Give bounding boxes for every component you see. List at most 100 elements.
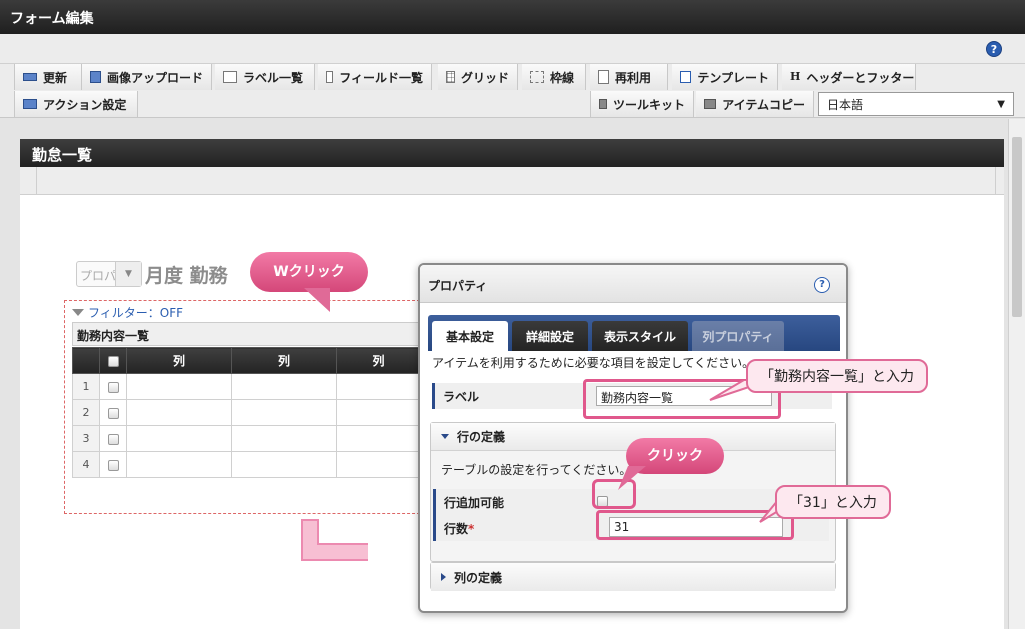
- addable-label: 行追加可能: [433, 489, 512, 515]
- period-select[interactable]: プロパ ▼: [76, 261, 142, 287]
- filter-label: フィルター：OFF: [88, 306, 184, 320]
- data-table: 列 列 列 1 2 3 4: [72, 347, 421, 478]
- reuse-icon: [598, 70, 609, 84]
- item-copy-button[interactable]: アイテムコピー: [696, 91, 814, 117]
- column-header: 列: [126, 347, 232, 374]
- toolkit-button[interactable]: ツールキット: [590, 91, 694, 117]
- table-row: 4: [72, 451, 421, 478]
- refresh-icon: [23, 73, 37, 81]
- table-header-row: 列 列 列: [72, 347, 421, 374]
- column-definition-title: 列の定義: [454, 570, 503, 585]
- table-cell[interactable]: [126, 399, 232, 426]
- filter-icon: [72, 309, 84, 316]
- action-settings-button[interactable]: アクション設定: [14, 91, 138, 117]
- label-list-button[interactable]: ラベル一覧: [215, 64, 315, 90]
- tab-basic-settings[interactable]: 基本設定: [432, 321, 508, 351]
- label-list-button-label: ラベル一覧: [243, 70, 304, 85]
- field-list-button[interactable]: フィールド一覧: [318, 64, 432, 90]
- table-cell[interactable]: [231, 373, 337, 400]
- border-button[interactable]: 枠線: [522, 64, 586, 90]
- tab-column-properties[interactable]: 列プロパティ: [692, 321, 784, 351]
- table-row: 2: [72, 399, 421, 426]
- row-number: 1: [72, 373, 100, 400]
- form-title: 勤怠一覧: [20, 139, 1004, 167]
- grid-button[interactable]: グリッド: [438, 64, 518, 90]
- window-title: フォーム編集: [0, 0, 1025, 34]
- tab-detail-settings[interactable]: 詳細設定: [512, 321, 588, 351]
- help-icon[interactable]: ?: [814, 277, 830, 293]
- reuse-button[interactable]: 再利用: [590, 64, 668, 90]
- double-click-callout: Wクリック: [250, 252, 368, 292]
- tab-display-style[interactable]: 表示スタイル: [592, 321, 688, 351]
- update-button[interactable]: 更新: [14, 64, 82, 90]
- table-cell[interactable]: [231, 451, 337, 478]
- update-button-label: 更新: [43, 70, 68, 85]
- row-checkbox[interactable]: [107, 381, 119, 393]
- table-cell[interactable]: [336, 399, 421, 426]
- action-icon: [23, 99, 37, 109]
- dialog-description: アイテムを利用するために必要な項目を設定してください。: [432, 356, 755, 370]
- action-settings-label: アクション設定: [43, 97, 127, 112]
- row-number: 3: [72, 425, 100, 452]
- expand-icon: [441, 434, 449, 439]
- image-upload-button[interactable]: 画像アップロード: [82, 64, 212, 90]
- row-checkbox[interactable]: [107, 433, 119, 445]
- click-callout-tail: [618, 466, 646, 490]
- toolkit-label: ツールキット: [612, 97, 685, 112]
- row-definition-title: 行の定義: [457, 430, 506, 444]
- header-footer-button[interactable]: H ヘッダーとフッター: [782, 64, 916, 90]
- table-cell[interactable]: [126, 425, 232, 452]
- table-cell[interactable]: [336, 425, 421, 452]
- grid-button-label: グリッド: [460, 70, 509, 85]
- template-icon: [680, 71, 692, 83]
- table-cell[interactable]: [231, 425, 337, 452]
- properties-dialog: プロパティ ? 基本設定 詳細設定 表示スタイル 列プロパティ アイテムを利用す…: [418, 263, 848, 613]
- table-row: 3: [72, 425, 421, 452]
- toolkit-icon: [599, 99, 607, 109]
- form-heading: 月度 勤務: [145, 265, 228, 287]
- rows-input-callout: 「31」と入力: [775, 485, 891, 519]
- border-icon: [530, 71, 544, 83]
- double-click-callout-tail: [304, 288, 330, 312]
- help-row: ?: [0, 34, 1025, 64]
- table-title: 勤務内容一覧: [72, 322, 420, 346]
- table-cell[interactable]: [126, 373, 232, 400]
- vertical-scrollbar[interactable]: [1008, 119, 1025, 629]
- collapse-icon: [441, 573, 446, 581]
- field-list-button-label: フィールド一覧: [339, 70, 423, 85]
- help-icon[interactable]: ?: [986, 41, 1002, 57]
- table-cell[interactable]: [231, 399, 337, 426]
- label-input-callout: 「勤務内容一覧」と入力: [746, 359, 928, 393]
- label-list-icon: [223, 71, 237, 83]
- row-checkbox[interactable]: [107, 407, 119, 419]
- row-checkbox[interactable]: [107, 459, 119, 471]
- table-cell[interactable]: [126, 451, 232, 478]
- column-definition-section: 列の定義: [430, 562, 836, 591]
- dialog-tabs: 基本設定 詳細設定 表示スタイル 列プロパティ: [428, 315, 840, 351]
- image-upload-button-label: 画像アップロード: [106, 70, 203, 85]
- field-list-icon: [326, 71, 334, 83]
- toolkit-icon: [704, 99, 717, 109]
- row-number: 4: [72, 451, 100, 478]
- template-button[interactable]: テンプレート: [672, 64, 778, 90]
- language-value: 日本語: [827, 97, 864, 112]
- table-cell[interactable]: [336, 373, 421, 400]
- grid-icon: [446, 71, 455, 83]
- template-button-label: テンプレート: [697, 70, 769, 85]
- column-header: 列: [231, 347, 337, 374]
- row-definition-description: テーブルの設定を行ってください。: [441, 463, 632, 477]
- filter-toggle[interactable]: フィルター：OFF: [72, 304, 183, 321]
- chevron-down-icon: ▼: [115, 262, 141, 286]
- column-definition-header[interactable]: 列の定義: [431, 563, 835, 591]
- border-button-label: 枠線: [550, 70, 575, 85]
- table-cell[interactable]: [336, 451, 421, 478]
- header-footer-button-label: ヘッダーとフッター: [806, 70, 915, 85]
- label-field-label: ラベル: [432, 383, 487, 409]
- select-all-checkbox[interactable]: [107, 355, 119, 367]
- toolbar: 更新 画像アップロード ラベル一覧 フィールド一覧 グリッド 枠線 再利用 テン…: [0, 64, 1025, 118]
- column-header: 列: [336, 347, 421, 374]
- language-select[interactable]: 日本語 ▼: [818, 92, 1014, 116]
- reuse-button-label: 再利用: [615, 70, 652, 85]
- image-upload-icon: [90, 71, 101, 83]
- row-number: 2: [72, 399, 100, 426]
